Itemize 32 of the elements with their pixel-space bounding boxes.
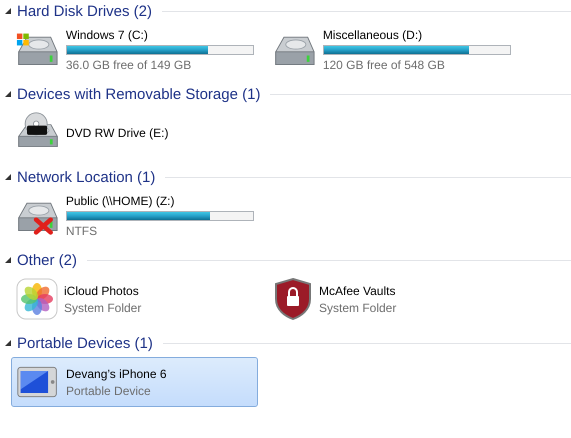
collapse-arrow-icon[interactable] [5, 8, 11, 14]
item-caption: System Folder [64, 300, 142, 314]
item-name: DVD RW Drive (E:) [66, 126, 168, 140]
photos-icon [16, 278, 58, 320]
item-name: Windows 7 (C:) [66, 28, 149, 42]
collapse-arrow-icon[interactable] [5, 257, 11, 263]
shield-lock-icon [273, 277, 313, 321]
item-name: Miscellaneous (D:) [322, 28, 424, 42]
group-title: Network Location (1) [17, 168, 156, 186]
collapse-arrow-icon[interactable] [5, 174, 11, 180]
group-title: Devices with Removable Storage (1) [17, 86, 260, 102]
item-name: iCloud Photos [64, 284, 140, 298]
drive-item[interactable]: iCloud Photos System Folder [11, 274, 258, 324]
drive-item[interactable]: DVD RW Drive (E:) [11, 108, 258, 158]
group-title: Portable Devices (1) [17, 334, 153, 352]
item-caption: 120 GB free of 548 GB [322, 58, 446, 72]
drive-item[interactable]: Public (\\HOME) (Z:) NTFS [11, 191, 258, 241]
item-name: Public (\\HOME) (Z:) [66, 194, 176, 208]
group-title: Hard Disk Drives (2) [17, 2, 152, 20]
item-name: McAfee Vaults [319, 284, 396, 298]
collapse-arrow-icon[interactable] [5, 340, 11, 346]
drive-item[interactable]: Miscellaneous (D:) 120 GB free of 548 GB [268, 25, 515, 75]
drive-item[interactable]: Devang’s iPhone 6 Portable Device [11, 357, 258, 407]
item-caption: 36.0 GB free of 149 GB [66, 58, 192, 72]
item-name: Devang’s iPhone 6 [66, 366, 167, 380]
item-caption: System Folder [319, 300, 396, 314]
item-caption: NTFS [66, 224, 98, 238]
collapse-arrow-icon[interactable] [5, 91, 11, 97]
drive-item[interactable]: Windows 7 (C:) 36.0 GB free of 149 GB [11, 25, 258, 75]
drive-item[interactable]: McAfee Vaults System Folder [268, 274, 515, 324]
group-title: Other (2) [17, 252, 78, 268]
item-caption: Portable Device [66, 384, 152, 398]
